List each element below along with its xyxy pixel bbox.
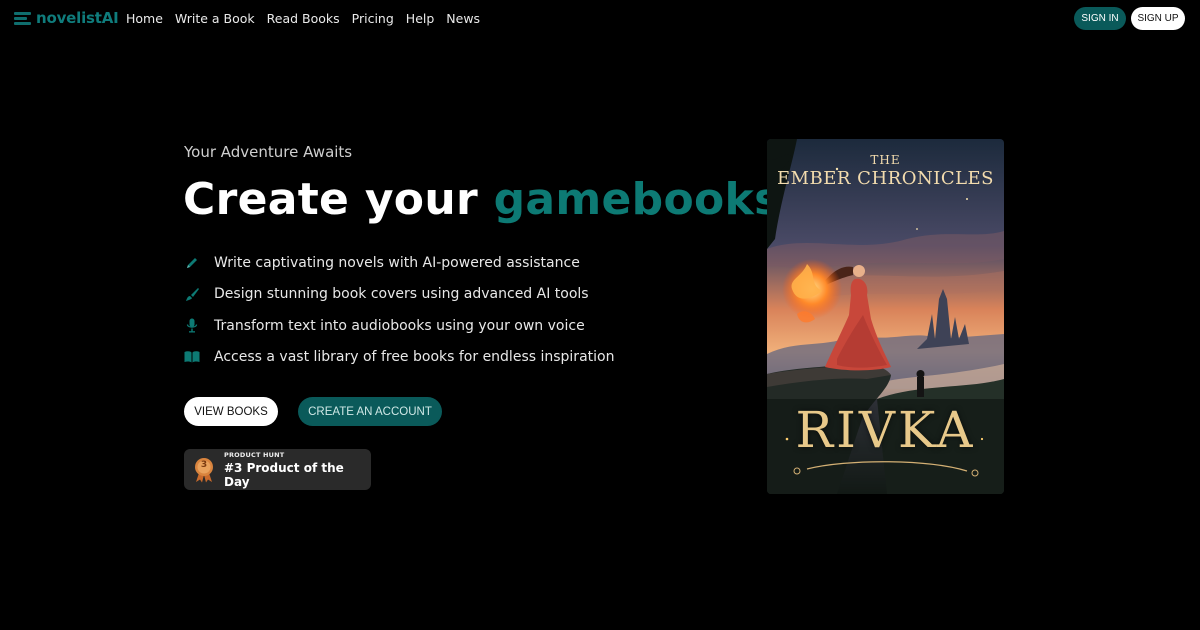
brush-icon xyxy=(184,286,200,302)
headline-plain: Create your xyxy=(183,174,494,225)
feature-item: Design stunning book covers using advanc… xyxy=(184,279,614,311)
nav-link-news[interactable]: News xyxy=(446,11,480,26)
feature-item: Access a vast library of free books for … xyxy=(184,342,614,374)
nav-link-write-a-book[interactable]: Write a Book xyxy=(175,11,255,26)
pen-icon xyxy=(184,255,200,271)
nav-link-pricing[interactable]: Pricing xyxy=(352,11,394,26)
product-hunt-badge[interactable]: 3 PRODUCT HUNT #3 Product of the Day xyxy=(184,449,371,490)
top-navigation: novelistAI Home Write a Book Read Books … xyxy=(0,0,1200,38)
create-account-button[interactable]: CREATE AN ACCOUNT xyxy=(298,397,442,426)
product-hunt-label: PRODUCT HUNT xyxy=(224,450,285,459)
microphone-icon xyxy=(184,318,200,334)
nav-link-home[interactable]: Home xyxy=(126,11,163,26)
feature-item: Transform text into audiobooks using you… xyxy=(184,310,614,342)
medal-icon: 3 xyxy=(194,457,214,483)
medal-rank: 3 xyxy=(200,459,208,470)
cover-the: THE xyxy=(870,153,901,167)
logo-text: novelistAI xyxy=(36,9,119,27)
feature-text: Design stunning book covers using advanc… xyxy=(214,286,589,303)
sign-in-button[interactable]: SIGN IN xyxy=(1074,7,1126,30)
cover-series: THE EMBER CHRONICLES xyxy=(767,153,1004,189)
view-books-button[interactable]: VIEW BOOKS xyxy=(184,397,278,426)
nav-link-read-books[interactable]: Read Books xyxy=(267,11,340,26)
headline-accent: gamebooks xyxy=(493,174,781,225)
logo-icon xyxy=(14,10,31,27)
hero-headline: Create your gamebooks xyxy=(183,174,781,225)
feature-text: Transform text into audiobooks using you… xyxy=(214,317,585,334)
cover-title: RIVKA xyxy=(795,401,976,459)
feature-text: Access a vast library of free books for … xyxy=(214,349,615,366)
nav-link-help[interactable]: Help xyxy=(406,11,435,26)
book-cover[interactable]: THE EMBER CHRONICLES RIVKA xyxy=(767,139,1004,494)
product-hunt-title: #3 Product of the Day xyxy=(224,460,344,489)
cover-series-title: EMBER CHRONICLES xyxy=(776,168,995,189)
book-open-icon xyxy=(184,349,200,365)
sign-up-button[interactable]: SIGN UP xyxy=(1131,7,1185,30)
hero-eyebrow: Your Adventure Awaits xyxy=(184,143,353,161)
product-hunt-text: PRODUCT HUNT #3 Product of the Day xyxy=(224,451,371,489)
nav-links: Home Write a Book Read Books Pricing Hel… xyxy=(126,11,480,26)
logo[interactable]: novelistAI xyxy=(14,9,119,27)
feature-list: Write captivating novels with AI-powered… xyxy=(184,247,614,373)
feature-item: Write captivating novels with AI-powered… xyxy=(184,247,614,279)
feature-text: Write captivating novels with AI-powered… xyxy=(214,254,580,271)
